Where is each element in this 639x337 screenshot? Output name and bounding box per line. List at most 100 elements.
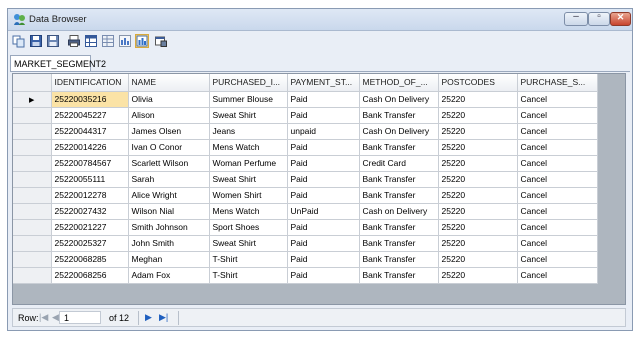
last-record-icon[interactable]: ▶| <box>159 312 168 323</box>
table-row[interactable]: 25220021227 Smith Johnson Sport Shoes Paid B… <box>13 219 598 236</box>
table-cell[interactable]: James Olsen <box>128 123 210 140</box>
row-selector[interactable] <box>13 235 52 252</box>
table-cell[interactable]: Cancel <box>517 123 598 140</box>
table-row[interactable]: ▶ 25220035216 Olivia Summer Blouse Paid Cash … <box>13 91 598 108</box>
table-cell[interactable]: 252200784567 <box>51 155 129 172</box>
column-header[interactable]: IDENTIFICATION <box>51 74 129 92</box>
table-cell[interactable]: UnPaid <box>287 203 360 220</box>
table-cell[interactable]: 25220025327 <box>51 235 129 252</box>
table-cell[interactable]: Meghan <box>128 251 210 268</box>
table-cell[interactable]: T-Shirt <box>209 267 288 284</box>
table-cell[interactable]: 25220 <box>438 123 518 140</box>
table-cell[interactable]: Women Shirt <box>209 187 288 204</box>
table-cell[interactable]: John Smith <box>128 235 210 252</box>
table-cell[interactable]: Cancel <box>517 203 598 220</box>
table-cell[interactable]: Cancel <box>517 267 598 284</box>
table-view-button[interactable] <box>101 34 115 48</box>
table-cell[interactable]: Ivan O Conor <box>128 139 210 156</box>
table-cell[interactable]: 25220 <box>438 219 518 236</box>
table-cell[interactable]: Cancel <box>517 251 598 268</box>
row-selector[interactable] <box>13 123 52 140</box>
table-row[interactable]: 252200784567 Scarlett Wilson Woman Perfume… <box>13 155 598 172</box>
table-cell[interactable]: Cancel <box>517 219 598 236</box>
tab-market-segment2[interactable]: MARKET_SEGMENT2 <box>10 55 106 71</box>
table-cell[interactable]: 25220068285 <box>51 251 129 268</box>
table-cell[interactable]: Cancel <box>517 139 598 156</box>
table-cell[interactable]: Bank Transfer <box>359 267 439 284</box>
column-header[interactable]: POSTCODES <box>438 74 518 92</box>
title-bar[interactable]: Data Browser ‒ ▫ ✕ <box>8 9 632 31</box>
column-header[interactable]: METHOD_OF_... <box>359 74 439 92</box>
table-cell[interactable]: Scarlett Wilson <box>128 155 210 172</box>
column-header[interactable]: NAME <box>128 74 210 92</box>
minimize-button[interactable]: ‒ <box>564 11 588 26</box>
table-cell[interactable]: Sweat Shirt <box>209 107 288 124</box>
column-header[interactable]: PURCHASED_I... <box>209 74 288 92</box>
table-cell[interactable]: Bank Transfer <box>359 171 439 188</box>
table-row[interactable]: 25220044317 James Olsen Jeans unpaid Cash On… <box>13 123 598 140</box>
row-selector[interactable] <box>13 107 52 124</box>
previous-record-icon[interactable]: ◀ <box>52 312 59 323</box>
record-position-input[interactable]: 1 <box>59 311 101 324</box>
table-cell[interactable]: Smith Johnson <box>128 219 210 236</box>
table-row[interactable]: 25220055111 Sarah Sweat Shirt Paid Bank Tran… <box>13 171 598 188</box>
properties-button[interactable] <box>154 34 168 48</box>
table-cell[interactable]: 25220068256 <box>51 267 129 284</box>
row-selector[interactable] <box>13 267 52 284</box>
table-row[interactable]: 25220012278 Alice Wright Women Shirt Paid Ba… <box>13 187 598 204</box>
table-cell[interactable]: Woman Perfume <box>209 155 288 172</box>
table-cell[interactable]: 25220 <box>438 107 518 124</box>
print-button[interactable] <box>67 34 81 48</box>
maximize-button[interactable]: ▫ <box>588 11 610 26</box>
copy-button[interactable] <box>12 34 26 48</box>
row-selector[interactable] <box>13 219 52 236</box>
table-cell[interactable]: Cancel <box>517 187 598 204</box>
table-cell[interactable]: 25220035216 <box>51 91 129 108</box>
table-cell[interactable]: 25220045227 <box>51 107 129 124</box>
table-cell[interactable]: Mens Watch <box>209 139 288 156</box>
table-cell[interactable]: Olivia <box>128 91 210 108</box>
save-as-button[interactable] <box>46 34 60 48</box>
table-cell[interactable]: Cancel <box>517 91 598 108</box>
table-cell[interactable]: 25220027432 <box>51 203 129 220</box>
table-cell[interactable]: Credit Card <box>359 155 439 172</box>
table-cell[interactable]: Cancel <box>517 171 598 188</box>
table-cell[interactable]: Sweat Shirt <box>209 235 288 252</box>
table-cell[interactable]: Adam Fox <box>128 267 210 284</box>
table-cell[interactable]: Alice Wright <box>128 187 210 204</box>
table-cell[interactable]: Cancel <box>517 155 598 172</box>
chart-button[interactable] <box>135 34 149 48</box>
table-cell[interactable]: Cash on Delivery <box>359 203 439 220</box>
table-cell[interactable]: Paid <box>287 91 360 108</box>
table-cell[interactable]: Paid <box>287 139 360 156</box>
table-cell[interactable]: Jeans <box>209 123 288 140</box>
table-row[interactable]: 25220045227 Alison Sweat Shirt Paid Bank Tra… <box>13 107 598 124</box>
table-row[interactable]: 25220014226 Ivan O Conor Mens Watch Paid Ban… <box>13 139 598 156</box>
table-cell[interactable]: Cash On Delivery <box>359 123 439 140</box>
table-row[interactable]: 25220068256 Adam Fox T-Shirt Paid Bank Trans… <box>13 267 598 284</box>
row-selector[interactable] <box>13 203 52 220</box>
table-cell[interactable]: Bank Transfer <box>359 187 439 204</box>
table-cell[interactable]: 25220 <box>438 235 518 252</box>
table-cell[interactable]: Bank Transfer <box>359 251 439 268</box>
row-selector[interactable] <box>13 139 52 156</box>
save-button[interactable] <box>29 34 43 48</box>
table-cell[interactable]: Paid <box>287 267 360 284</box>
row-selector[interactable]: ▶ <box>13 91 52 108</box>
table-cell[interactable]: 25220 <box>438 91 518 108</box>
table-cell[interactable]: Mens Watch <box>209 203 288 220</box>
row-selector[interactable] <box>13 171 52 188</box>
table-cell[interactable]: Sarah <box>128 171 210 188</box>
table-cell[interactable]: Summer Blouse <box>209 91 288 108</box>
table-cell[interactable]: 25220 <box>438 187 518 204</box>
table-cell[interactable]: Paid <box>287 171 360 188</box>
table-cell[interactable]: 25220021227 <box>51 219 129 236</box>
table-cell[interactable]: T-Shirt <box>209 251 288 268</box>
table-cell[interactable]: Alison <box>128 107 210 124</box>
table-cell[interactable]: Paid <box>287 187 360 204</box>
column-header[interactable]: PAYMENT_ST... <box>287 74 360 92</box>
data-table-button[interactable] <box>118 34 132 48</box>
next-record-icon[interactable]: ▶ <box>145 312 152 323</box>
table-cell[interactable]: Bank Transfer <box>359 235 439 252</box>
table-cell[interactable]: 25220 <box>438 251 518 268</box>
